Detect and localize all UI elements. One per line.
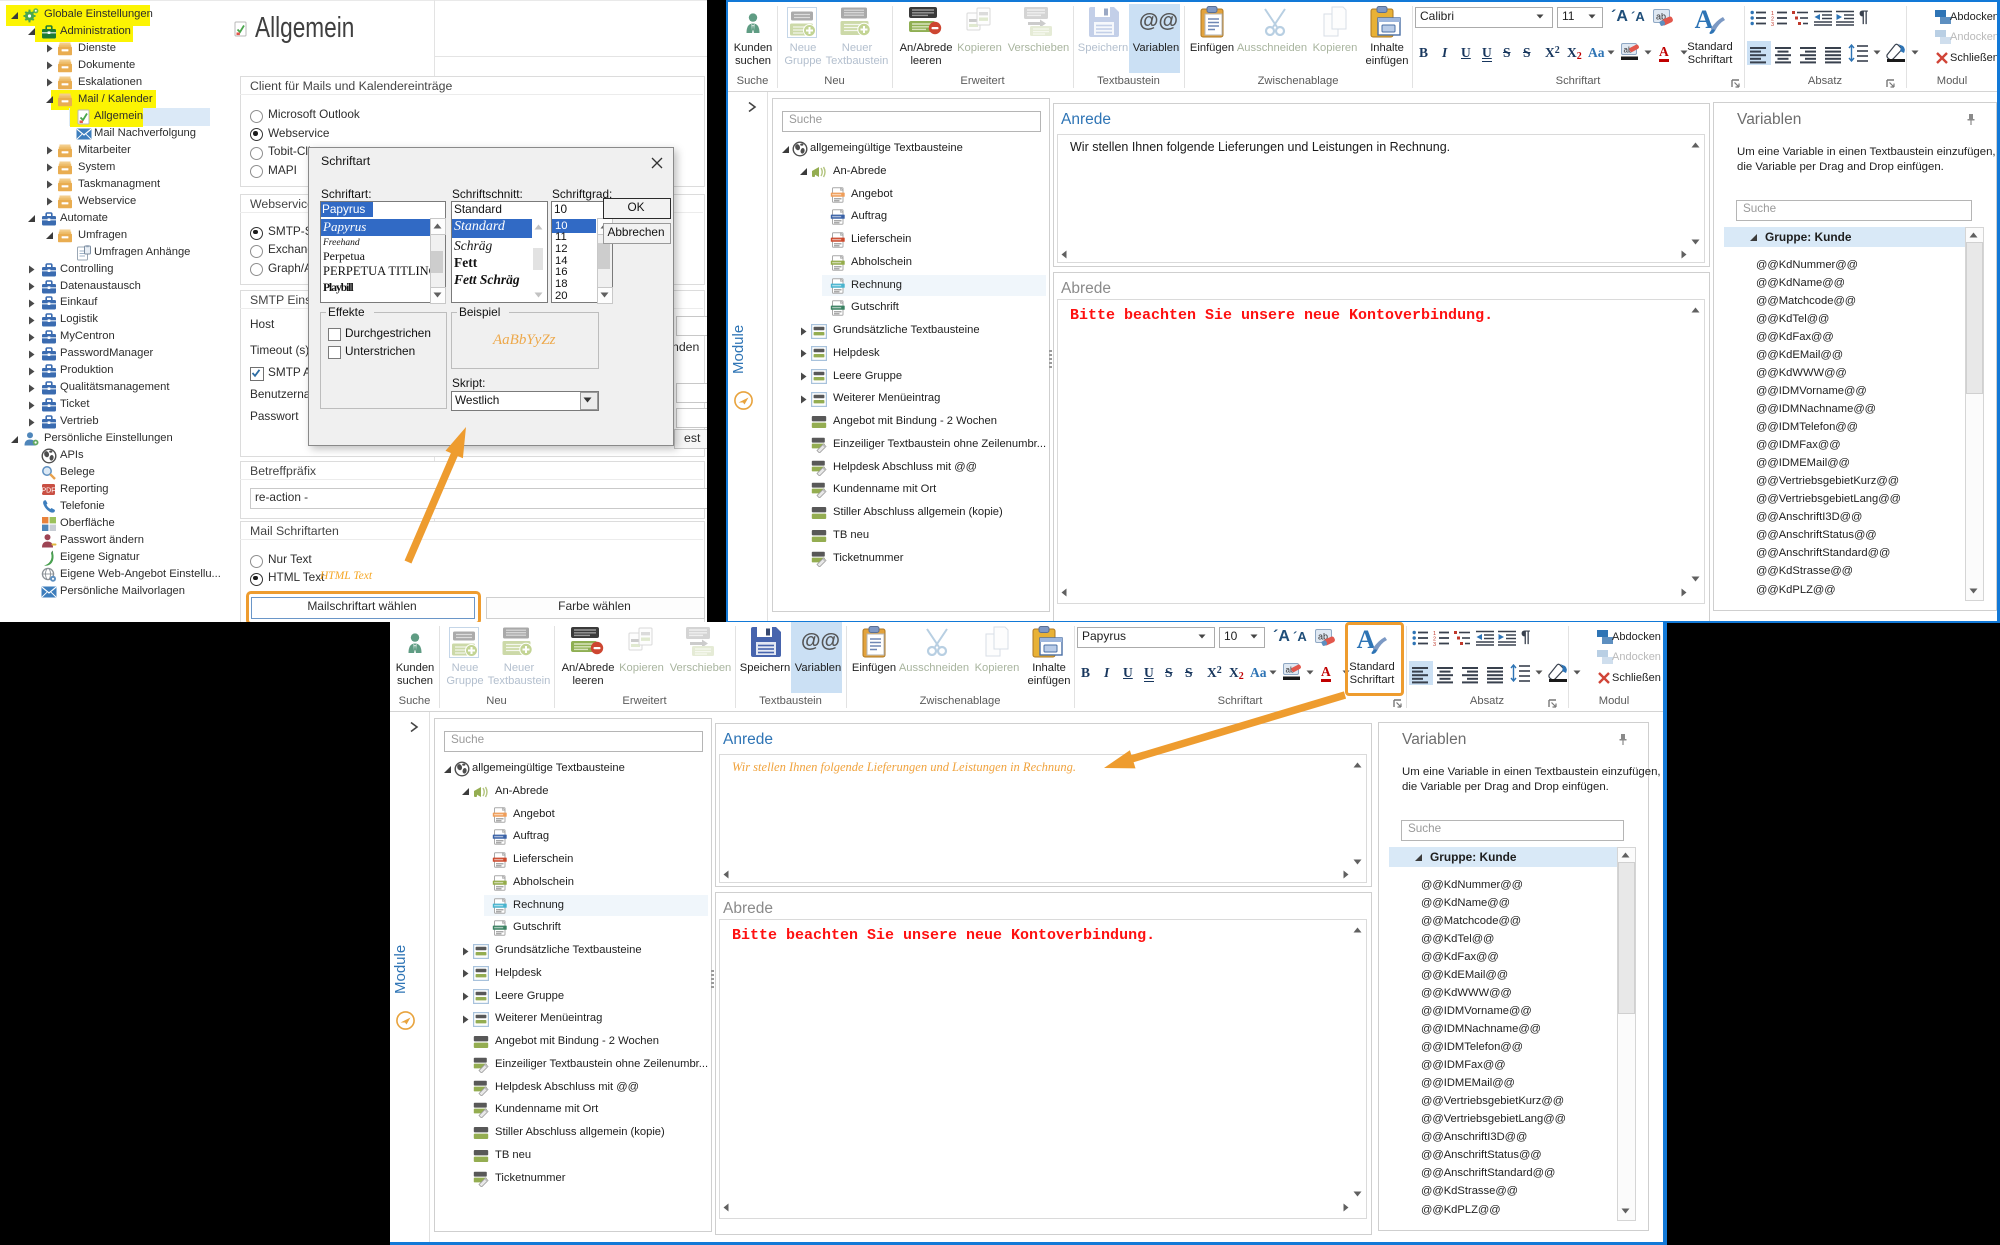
svg-text:3: 3 — [1433, 642, 1436, 646]
svg-text:A: A — [1695, 6, 1714, 34]
svg-text:PDF: PDF — [42, 488, 56, 495]
svg-text:3: 3 — [1771, 22, 1774, 26]
